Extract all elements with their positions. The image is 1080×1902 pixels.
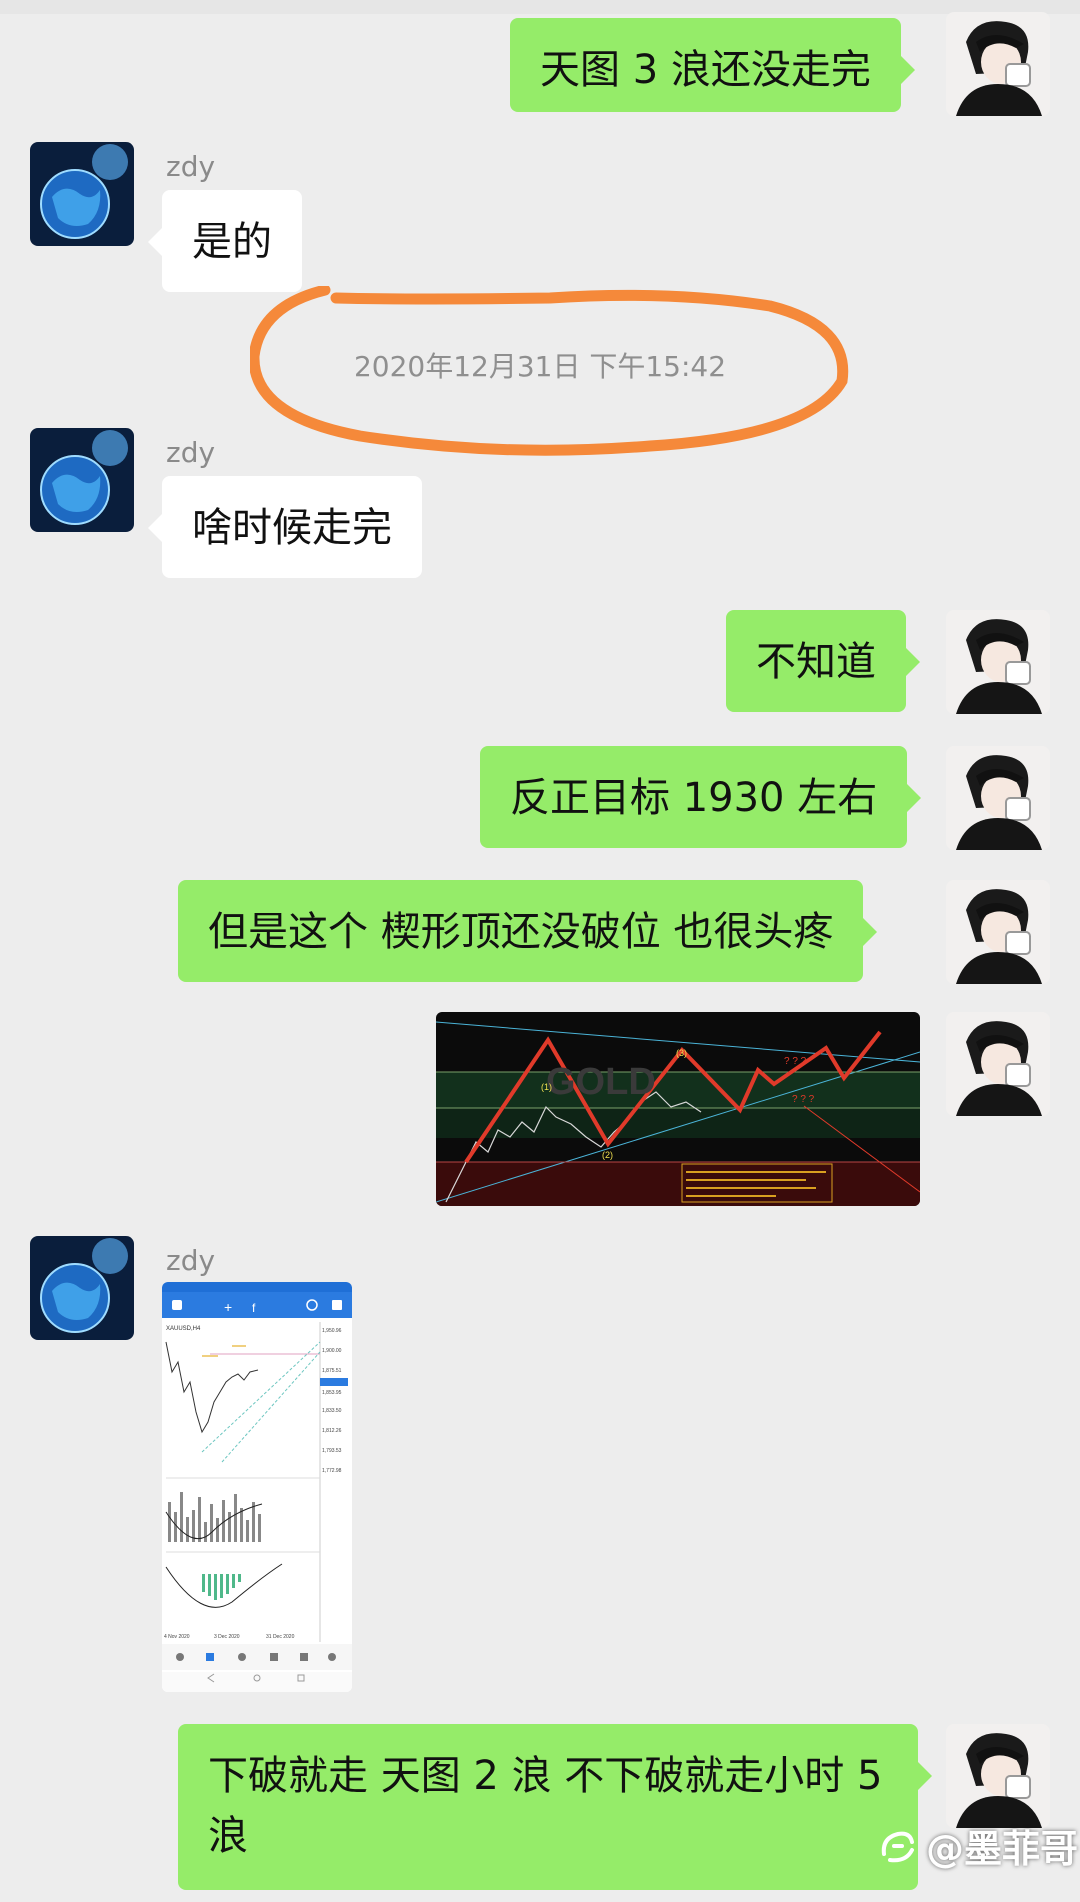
wave-label-3: (3) <box>676 1048 687 1058</box>
message-bubble-6[interactable]: 但是这个 楔形顶还没破位 也很头疼 <box>178 880 878 982</box>
phone-chart-image: + f XAUUSD,H4 1,950.96 1,900.00 1,875.51… <box>162 1282 352 1692</box>
person-avatar-icon <box>946 746 1050 850</box>
price-label: 1,833.50 <box>322 1408 342 1414</box>
message-text: 啥时候走完 <box>192 505 392 551</box>
gold-chart-image: GOLD (1) (2) (3) ? ? ? ? ? ? <box>436 1012 920 1206</box>
wave-label-2: (2) <box>602 1150 613 1160</box>
person-avatar-icon <box>946 610 1050 714</box>
price-label: 1,853.95 <box>322 1390 342 1396</box>
svg-text:+: + <box>224 1299 232 1315</box>
message-text: 天图 3 浪还没走完 <box>540 47 871 93</box>
my-avatar[interactable] <box>946 1724 1050 1828</box>
price-label: 1,772.98 <box>322 1468 342 1474</box>
message-bubble-3[interactable]: 啥时候走完 <box>148 476 422 578</box>
my-avatar[interactable] <box>946 12 1050 116</box>
person-avatar-icon <box>946 1724 1050 1828</box>
sender-name: zdy <box>166 436 216 469</box>
watermark: @墨菲哥 <box>876 1818 1078 1873</box>
sender-name: zdy <box>166 1244 216 1277</box>
chart-symbol-watermark: GOLD <box>546 1061 656 1103</box>
zdy-avatar[interactable] <box>30 428 134 532</box>
message-bubble-5[interactable]: 反正目标 1930 左右 <box>480 746 922 848</box>
earth-avatar-icon <box>30 142 134 246</box>
my-avatar[interactable] <box>946 880 1050 984</box>
question-marks-upper: ? ? ? <box>784 1056 807 1067</box>
toutiao-logo-icon <box>881 1831 914 1862</box>
message-text: 但是这个 楔形顶还没破位 也很头疼 <box>208 909 834 955</box>
my-avatar[interactable] <box>946 610 1050 714</box>
earth-avatar-icon <box>30 1236 134 1340</box>
date-label: 4 Nov 2020 <box>164 1634 190 1640</box>
zdy-avatar[interactable] <box>30 142 134 246</box>
person-avatar-icon <box>946 12 1050 116</box>
price-label: 1,950.96 <box>322 1328 342 1334</box>
phone-screenshot-message[interactable]: + f XAUUSD,H4 1,950.96 1,900.00 1,875.51… <box>162 1282 352 1692</box>
my-avatar[interactable] <box>946 746 1050 850</box>
question-marks-lower: ? ? ? <box>792 1094 815 1105</box>
date-label: 31 Dec 2020 <box>266 1634 295 1640</box>
top-edge <box>0 0 1080 14</box>
message-bubble-1[interactable]: 天图 3 浪还没走完 <box>510 18 915 112</box>
chart-image-message[interactable]: GOLD (1) (2) (3) ? ? ? ? ? ? <box>436 1012 920 1206</box>
price-label: 1,793.53 <box>322 1448 342 1454</box>
message-text: 不知道 <box>756 639 876 685</box>
price-label: 1,900.00 <box>322 1348 342 1354</box>
price-label: 1,812.26 <box>322 1428 342 1434</box>
watermark-text: @墨菲哥 <box>926 1827 1079 1871</box>
person-avatar-icon <box>946 880 1050 984</box>
message-bubble-4[interactable]: 不知道 <box>726 610 920 712</box>
phone-ticker: XAUUSD,H4 <box>166 1326 201 1332</box>
message-text: 是的 <box>192 219 272 265</box>
person-avatar-icon <box>946 1012 1050 1116</box>
zdy-avatar[interactable] <box>30 1236 134 1340</box>
sender-name: zdy <box>166 150 216 183</box>
date-label: 3 Dec 2020 <box>214 1634 240 1640</box>
price-label: 1,875.51 <box>322 1368 342 1374</box>
earth-avatar-icon <box>30 428 134 532</box>
my-avatar[interactable] <box>946 1012 1050 1116</box>
wave-label-1: (1) <box>541 1082 552 1092</box>
message-timestamp: 2020年12月31日 下午15:42 <box>353 350 727 383</box>
message-text: 下破就走 天图 2 浪 不下破就走小时 5 浪 <box>208 1753 883 1859</box>
message-bubble-9[interactable]: 下破就走 天图 2 浪 不下破就走小时 5 浪 <box>178 1724 932 1890</box>
message-bubble-2[interactable]: 是的 <box>148 190 302 292</box>
message-text: 反正目标 1930 左右 <box>510 775 878 821</box>
